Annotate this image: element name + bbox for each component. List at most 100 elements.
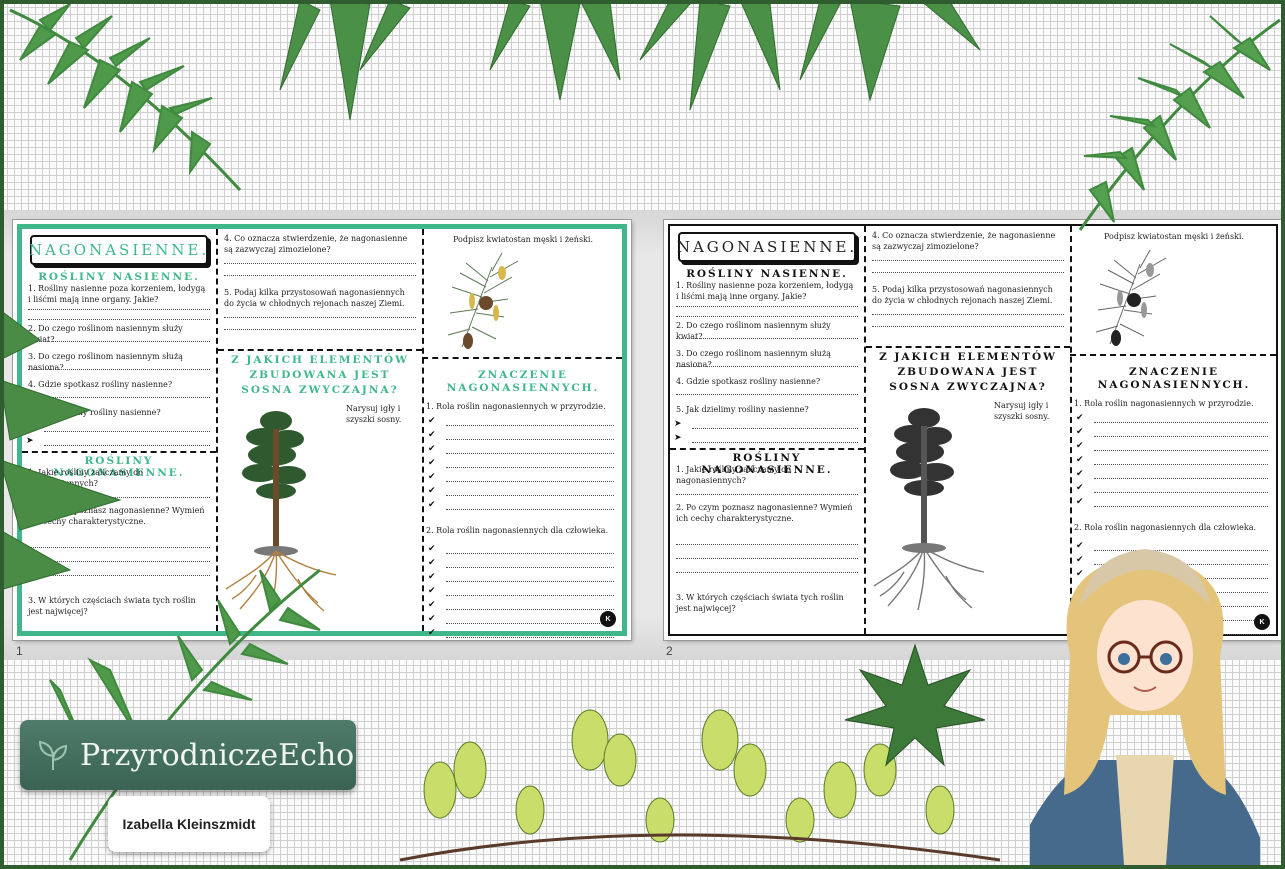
column-pine: 4. Co oznacza stwierdzenie, że nagonasie… bbox=[218, 229, 424, 631]
pine-note: Narysuj igły i szyszki sosny. bbox=[994, 401, 1050, 421]
answer-line bbox=[676, 366, 858, 367]
answer-line bbox=[1094, 492, 1268, 493]
checkmark-icon: ✔ bbox=[1076, 496, 1084, 506]
sprout-icon bbox=[38, 740, 68, 770]
brand-name: PrzyrodniczeEcho bbox=[80, 737, 355, 773]
checkmark-icon: ✔ bbox=[1076, 582, 1084, 592]
answer-line bbox=[676, 572, 858, 573]
gymno-question-2: 2. Po czym poznasz nagonasienne? Wymień … bbox=[676, 503, 853, 523]
answer-line bbox=[1094, 592, 1268, 593]
seed-question-5: 5. Jak dzielimy rośliny nasienne? bbox=[28, 408, 161, 417]
answer-line bbox=[1094, 606, 1268, 607]
fern-leaf-icon bbox=[1078, 15, 1281, 231]
checkmark-icon: ✔ bbox=[428, 571, 436, 581]
author-badge: K bbox=[1254, 614, 1270, 630]
arrow-bullet-icon: ➤ bbox=[26, 435, 34, 445]
checkmark-icon: ✔ bbox=[428, 613, 436, 623]
author-badge: K bbox=[600, 611, 616, 627]
answer-line bbox=[446, 481, 614, 482]
meaning-heading: ZNACZENIE NAGONASIENNYCH. bbox=[446, 369, 600, 394]
gymno-question-3: 3. W których częściach świata tych rośli… bbox=[676, 593, 844, 613]
column-pine: 4. Co oznacza stwierdzenie, że nagonasie… bbox=[866, 226, 1072, 634]
answer-line bbox=[224, 317, 416, 318]
worksheet: NAGONASIENNE. ROŚLINY NASIENNE. 1. Rośli… bbox=[668, 224, 1278, 636]
author-name: Izabella Kleinszmidt bbox=[122, 816, 256, 832]
answer-line bbox=[676, 338, 858, 339]
answer-line bbox=[446, 567, 614, 568]
checkmark-icon: ✔ bbox=[1076, 482, 1084, 492]
pine-heading: Z JAKICH ELEMENTÓW ZBUDOWANA JEST SOSNA … bbox=[231, 354, 409, 396]
seed-question-4: 4. Gdzie spotkasz rośliny nasienne? bbox=[28, 380, 173, 389]
answer-line bbox=[446, 439, 614, 440]
answer-line bbox=[1094, 550, 1268, 551]
answer-line bbox=[872, 272, 1064, 273]
column-seed-plants: NAGONASIENNE. ROŚLINY NASIENNE. 1. Rośli… bbox=[670, 226, 866, 634]
column-seed-plants: NAGONASIENNE. ROŚLINY NASIENNE. 1. Rośli… bbox=[22, 229, 218, 631]
checkmark-icon: ✔ bbox=[428, 499, 436, 509]
checkmark-icon: ✔ bbox=[1076, 540, 1084, 550]
meaning-question-2: 2. Rola roślin nagonasiennych dla człowi… bbox=[426, 526, 609, 535]
column-meaning: Podpisz kwiatostan męski i żeński. ZNACZ… bbox=[1070, 226, 1276, 635]
answer-line bbox=[1094, 450, 1268, 451]
answer-line bbox=[1094, 436, 1268, 437]
answer-line bbox=[676, 558, 858, 559]
checkmark-icon: ✔ bbox=[428, 457, 436, 467]
answer-line bbox=[446, 609, 614, 610]
slide-thumbnail-2[interactable]: NAGONASIENNE. ROŚLINY NASIENNE. 1. Rośli… bbox=[664, 220, 1282, 640]
answer-line bbox=[446, 581, 614, 582]
checkmark-icon: ✔ bbox=[428, 627, 436, 637]
answer-line bbox=[28, 309, 210, 310]
answer-line bbox=[224, 263, 416, 264]
answer-line bbox=[446, 623, 614, 624]
author-name-card: Izabella Kleinszmidt bbox=[108, 796, 270, 852]
gymno-question-1: 1. Jakie rośliny zaliczamy do nagonasien… bbox=[28, 468, 144, 488]
answer-line bbox=[44, 445, 210, 446]
seed-plants-heading: ROŚLINY NASIENNE. bbox=[686, 268, 848, 280]
slide-thumbnail-1[interactable]: NAGONASIENNE. ROŚLINY NASIENNE. 1. Rośli… bbox=[13, 220, 631, 640]
answer-line bbox=[28, 397, 210, 398]
answer-line bbox=[872, 326, 1064, 327]
mid-question-5: 5. Podaj kilka przystosowań nagonasienny… bbox=[872, 285, 1053, 305]
pine-branch-icon bbox=[447, 252, 519, 349]
leaf-cluster-icon bbox=[279, 0, 981, 121]
slide-number-1: 1 bbox=[16, 644, 23, 658]
checkmark-icon: ✔ bbox=[1076, 596, 1084, 606]
fern-leaf-icon bbox=[9, 3, 242, 192]
answer-line bbox=[28, 341, 210, 342]
checkmark-icon: ✔ bbox=[428, 557, 436, 567]
brand-banner[interactable]: PrzyrodniczeEcho bbox=[20, 720, 356, 790]
answer-line bbox=[446, 467, 614, 468]
section-divider bbox=[866, 346, 1070, 348]
meaning-question-1: 1. Rola roślin nagonasiennych w przyrodz… bbox=[426, 402, 606, 411]
gymno-question-3: 3. W których częściach świata tych rośli… bbox=[28, 596, 196, 616]
section-divider bbox=[22, 451, 216, 453]
answer-line bbox=[28, 369, 210, 370]
checkmark-icon: ✔ bbox=[1076, 412, 1084, 422]
checkmark-icon: ✔ bbox=[1076, 610, 1084, 620]
answer-line bbox=[28, 319, 210, 320]
meaning-heading: ZNACZENIE NAGONASIENNYCH. bbox=[1097, 366, 1251, 391]
answer-line bbox=[1094, 578, 1268, 579]
answer-line bbox=[1094, 506, 1268, 507]
answer-line bbox=[872, 314, 1064, 315]
flower-caption: Podpisz kwiatostan męski i żeński. bbox=[452, 235, 593, 244]
answer-line bbox=[676, 316, 858, 317]
answer-line bbox=[28, 547, 210, 548]
pine-note: Narysuj igły i szyszki sosny. bbox=[346, 404, 402, 424]
seed-question-5: 5. Jak dzielimy rośliny nasienne? bbox=[676, 405, 809, 414]
seed-plants-heading: ROŚLINY NASIENNE. bbox=[38, 271, 200, 283]
answer-line bbox=[28, 575, 210, 576]
seed-question-1: 1. Rośliny nasienne poza korzeniem, łody… bbox=[676, 281, 854, 301]
checkmark-icon: ✔ bbox=[428, 599, 436, 609]
mid-question-4: 4. Co oznacza stwierdzenie, że nagonasie… bbox=[872, 231, 1056, 251]
checkmark-icon: ✔ bbox=[428, 543, 436, 553]
gymno-question-2: 2. Po czym poznasz nagonasienne? Wymień … bbox=[28, 506, 205, 526]
pine-tree-icon bbox=[873, 408, 985, 611]
arrow-bullet-icon: ➤ bbox=[674, 418, 682, 428]
answer-line bbox=[446, 509, 614, 510]
flower-caption: Podpisz kwiatostan męski i żeński. bbox=[1103, 232, 1244, 241]
checkmark-icon: ✔ bbox=[1076, 468, 1084, 478]
pine-tree-icon bbox=[225, 411, 337, 614]
mid-question-5: 5. Podaj kilka przystosowań nagonasienny… bbox=[224, 288, 405, 308]
checkmark-icon: ✔ bbox=[428, 585, 436, 595]
